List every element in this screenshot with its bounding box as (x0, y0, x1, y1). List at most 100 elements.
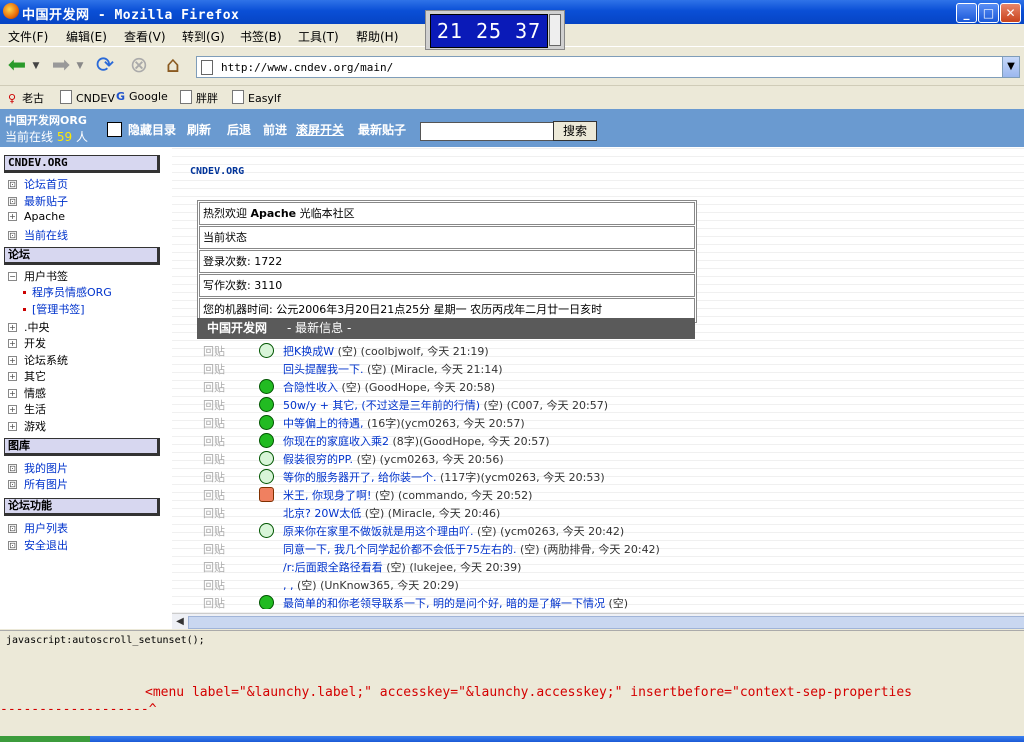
sidebar-item-games[interactable]: + 游戏 (8, 418, 46, 434)
sidebar-item-apache[interactable]: + Apache (8, 210, 65, 223)
bookmark-google[interactable]: G Google (116, 90, 168, 103)
bookmark-cndev[interactable]: CNDEV (60, 90, 115, 105)
clock-widget[interactable]: 21 25 37 (425, 10, 565, 50)
minimize-button[interactable]: _ (956, 3, 977, 23)
reply-link[interactable]: 回贴 (203, 523, 225, 539)
latest-posts-button[interactable]: 最新贴子 (358, 121, 406, 138)
news-row[interactable]: 回贴 米王, 你现身了啊! (空) (commando, 今天 20:52) (197, 485, 707, 503)
reload-icon[interactable]: ⟳ (92, 54, 118, 78)
search-input[interactable] (420, 122, 554, 141)
back-button[interactable]: 后退 (227, 121, 251, 138)
home-icon[interactable]: ⌂ (160, 54, 186, 78)
clock-scrollbar[interactable] (549, 14, 561, 46)
news-row[interactable]: 回贴 最简单的和你老领导联系一下, 明的是问个好, 暗的是了解一下情况 (空) (197, 593, 707, 609)
news-row[interactable]: 回贴 原来你在家里不做饭就是用这个理由吖. (空) (ycm0263, 今天 20… (197, 521, 707, 539)
reply-link[interactable]: 回贴 (203, 595, 225, 609)
sidebar-item-forum-system[interactable]: + 论坛系统 (8, 352, 68, 368)
sidebar-item-dev[interactable]: + 开发 (8, 335, 46, 351)
bookmark-laogu[interactable]: ♀ 老古 (8, 90, 44, 106)
news-row[interactable]: 回贴 合隐性收入 (空) (GoodHope, 今天 20:58) (197, 377, 707, 395)
news-row[interactable]: 回贴 , , (空) (UnKnow365, 今天 20:29) (197, 575, 707, 593)
news-row[interactable]: 回贴/r:后面跟全路径看看 (空) (lukejee, 今天 20:39) (197, 557, 707, 575)
sidebar-item-logout[interactable]: ⊡ 安全退出 (8, 537, 68, 553)
bookmark-easylf[interactable]: Easylf (232, 90, 281, 105)
reply-link[interactable]: 回贴 (203, 451, 225, 467)
sidebar-item-central[interactable]: + .中央 (8, 319, 50, 335)
sidebar-item-home[interactable]: ⊡ 论坛首页 (8, 176, 68, 192)
reply-link[interactable]: 回贴 (203, 559, 225, 575)
news-row[interactable]: 回贴 同意一下, 我几个同学起价都不会低于75左右的. (空) (两肋排骨, 今天… (197, 539, 707, 557)
reply-link[interactable]: 回贴 (203, 469, 225, 485)
forward-button[interactable]: 前进 (263, 121, 287, 138)
close-button[interactable]: ✕ (1000, 3, 1021, 23)
news-title-link[interactable]: 把K换成W (283, 345, 334, 358)
sidebar-item-emotion[interactable]: + 情感 (8, 385, 46, 401)
news-title-link[interactable]: 假装很穷的PP. (283, 453, 353, 466)
forward-dropdown-icon[interactable]: ▼ (74, 54, 86, 78)
news-title-link[interactable]: 中等偏上的待遇, (283, 417, 364, 430)
sidebar-item-user-list[interactable]: ⊡ 用户列表 (8, 520, 68, 536)
news-row[interactable]: 回贴 北京? 20W太低 (空) (Miracle, 今天 20:46) (197, 503, 707, 521)
stop-icon[interactable]: ⊗ (126, 54, 152, 78)
start-button[interactable] (0, 736, 90, 742)
sidebar-item-online[interactable]: ⊡ 当前在线 (8, 227, 68, 243)
news-row[interactable]: 回贴 中等偏上的待遇, (16字)(ycm0263, 今天 20:57) (197, 413, 707, 431)
autoscroll-toggle[interactable]: 滚屏开关 (296, 121, 344, 138)
menu-bookmarks[interactable]: 书签(B) (240, 28, 282, 45)
back-dropdown-icon[interactable]: ▼ (30, 54, 42, 78)
news-row[interactable]: 回贴 等你的服务器开了, 给你装一个. (117字)(ycm0263, 今天 20… (197, 467, 707, 485)
menu-go[interactable]: 转到(G) (182, 28, 225, 45)
sidebar-item-other[interactable]: + 其它 (8, 368, 46, 384)
reply-link[interactable]: 回贴 (203, 577, 225, 593)
reply-link[interactable]: 回贴 (203, 415, 225, 431)
news-title-link[interactable]: 回头提醒我一下. (283, 363, 364, 376)
refresh-button[interactable]: 刷新 (187, 121, 211, 138)
news-row[interactable]: 回贴 50w/y + 其它, (不过这是三年前的行情) (空) (C007, 今天… (197, 395, 707, 413)
reply-link[interactable]: 回贴 (203, 433, 225, 449)
news-title-link[interactable]: 50w/y + 其它, (不过这是三年前的行情) (283, 399, 480, 412)
sidebar-item-life[interactable]: + 生活 (8, 401, 46, 417)
news-title-link[interactable]: 原来你在家里不做饭就是用这个理由吖. (283, 525, 474, 538)
scroll-left-icon[interactable]: ◀ (174, 615, 186, 628)
address-bar[interactable]: ▼ (196, 56, 1020, 78)
reply-link[interactable]: 回贴 (203, 343, 225, 359)
news-row[interactable]: 回贴 回头提醒我一下. (空) (Miracle, 今天 21:14) (197, 359, 707, 377)
back-arrow-icon[interactable]: ⬅ (4, 54, 30, 78)
reply-link[interactable]: 回贴 (203, 541, 225, 557)
news-title-link[interactable]: 最简单的和你老领导联系一下, 明的是问个好, 暗的是了解一下情况 (283, 597, 605, 609)
menu-help[interactable]: 帮助(H) (356, 28, 398, 45)
menu-view[interactable]: 查看(V) (124, 28, 166, 45)
sidebar-subitem-programmer[interactable]: 程序员情感ORG (18, 284, 112, 300)
sidebar-item-all-pictures[interactable]: ⊡ 所有图片 (8, 476, 68, 492)
forward-arrow-icon[interactable]: ➡ (48, 54, 74, 78)
scroll-thumb[interactable] (188, 616, 1024, 629)
maximize-button[interactable]: □ (978, 3, 999, 23)
reply-link[interactable]: 回贴 (203, 487, 225, 503)
sidebar-item-user-bookmarks[interactable]: − 用户书签 (8, 268, 68, 284)
news-title-link[interactable]: 同意一下, 我几个同学起价都不会低于75左右的. (283, 543, 517, 556)
news-title-link[interactable]: 等你的服务器开了, 给你装一个. (283, 471, 437, 484)
reply-link[interactable]: 回贴 (203, 397, 225, 413)
sidebar-subitem-manage-bookmarks[interactable]: [管理书签] (18, 301, 85, 317)
url-dropdown-icon[interactable]: ▼ (1002, 57, 1019, 77)
news-title-link[interactable]: 米王, 你现身了啊! (283, 489, 371, 502)
url-input[interactable] (219, 58, 993, 76)
news-title-link[interactable]: , , (283, 579, 294, 592)
news-title-link[interactable]: /r:后面跟全路径看看 (283, 561, 383, 574)
news-title-link[interactable]: 北京? 20W太低 (283, 507, 361, 520)
horizontal-scrollbar[interactable]: ◀ (172, 613, 1024, 629)
bookmark-pangpang[interactable]: 胖胖 (180, 90, 218, 106)
search-button[interactable]: 搜索 (553, 121, 597, 141)
menu-tools[interactable]: 工具(T) (298, 28, 339, 45)
reply-link[interactable]: 回贴 (203, 379, 225, 395)
news-row[interactable]: 回贴 假装很穷的PP. (空) (ycm0263, 今天 20:56) (197, 449, 707, 467)
news-title-link[interactable]: 合隐性收入 (283, 381, 338, 394)
sidebar-item-my-pictures[interactable]: ⊡ 我的图片 (8, 460, 68, 476)
news-row[interactable]: 回贴 你现在的家庭收入乘2 (8字)(GoodHope, 今天 20:57) (197, 431, 707, 449)
news-title-link[interactable]: 你现在的家庭收入乘2 (283, 435, 389, 448)
menu-file[interactable]: 文件(F) (8, 28, 48, 45)
menu-edit[interactable]: 编辑(E) (66, 28, 107, 45)
sidebar-item-latest[interactable]: ⊡ 最新贴子 (8, 193, 68, 209)
reply-link[interactable]: 回贴 (203, 361, 225, 377)
news-row[interactable]: 回贴 把K换成W (空) (coolbjwolf, 今天 21:19) (197, 341, 707, 359)
